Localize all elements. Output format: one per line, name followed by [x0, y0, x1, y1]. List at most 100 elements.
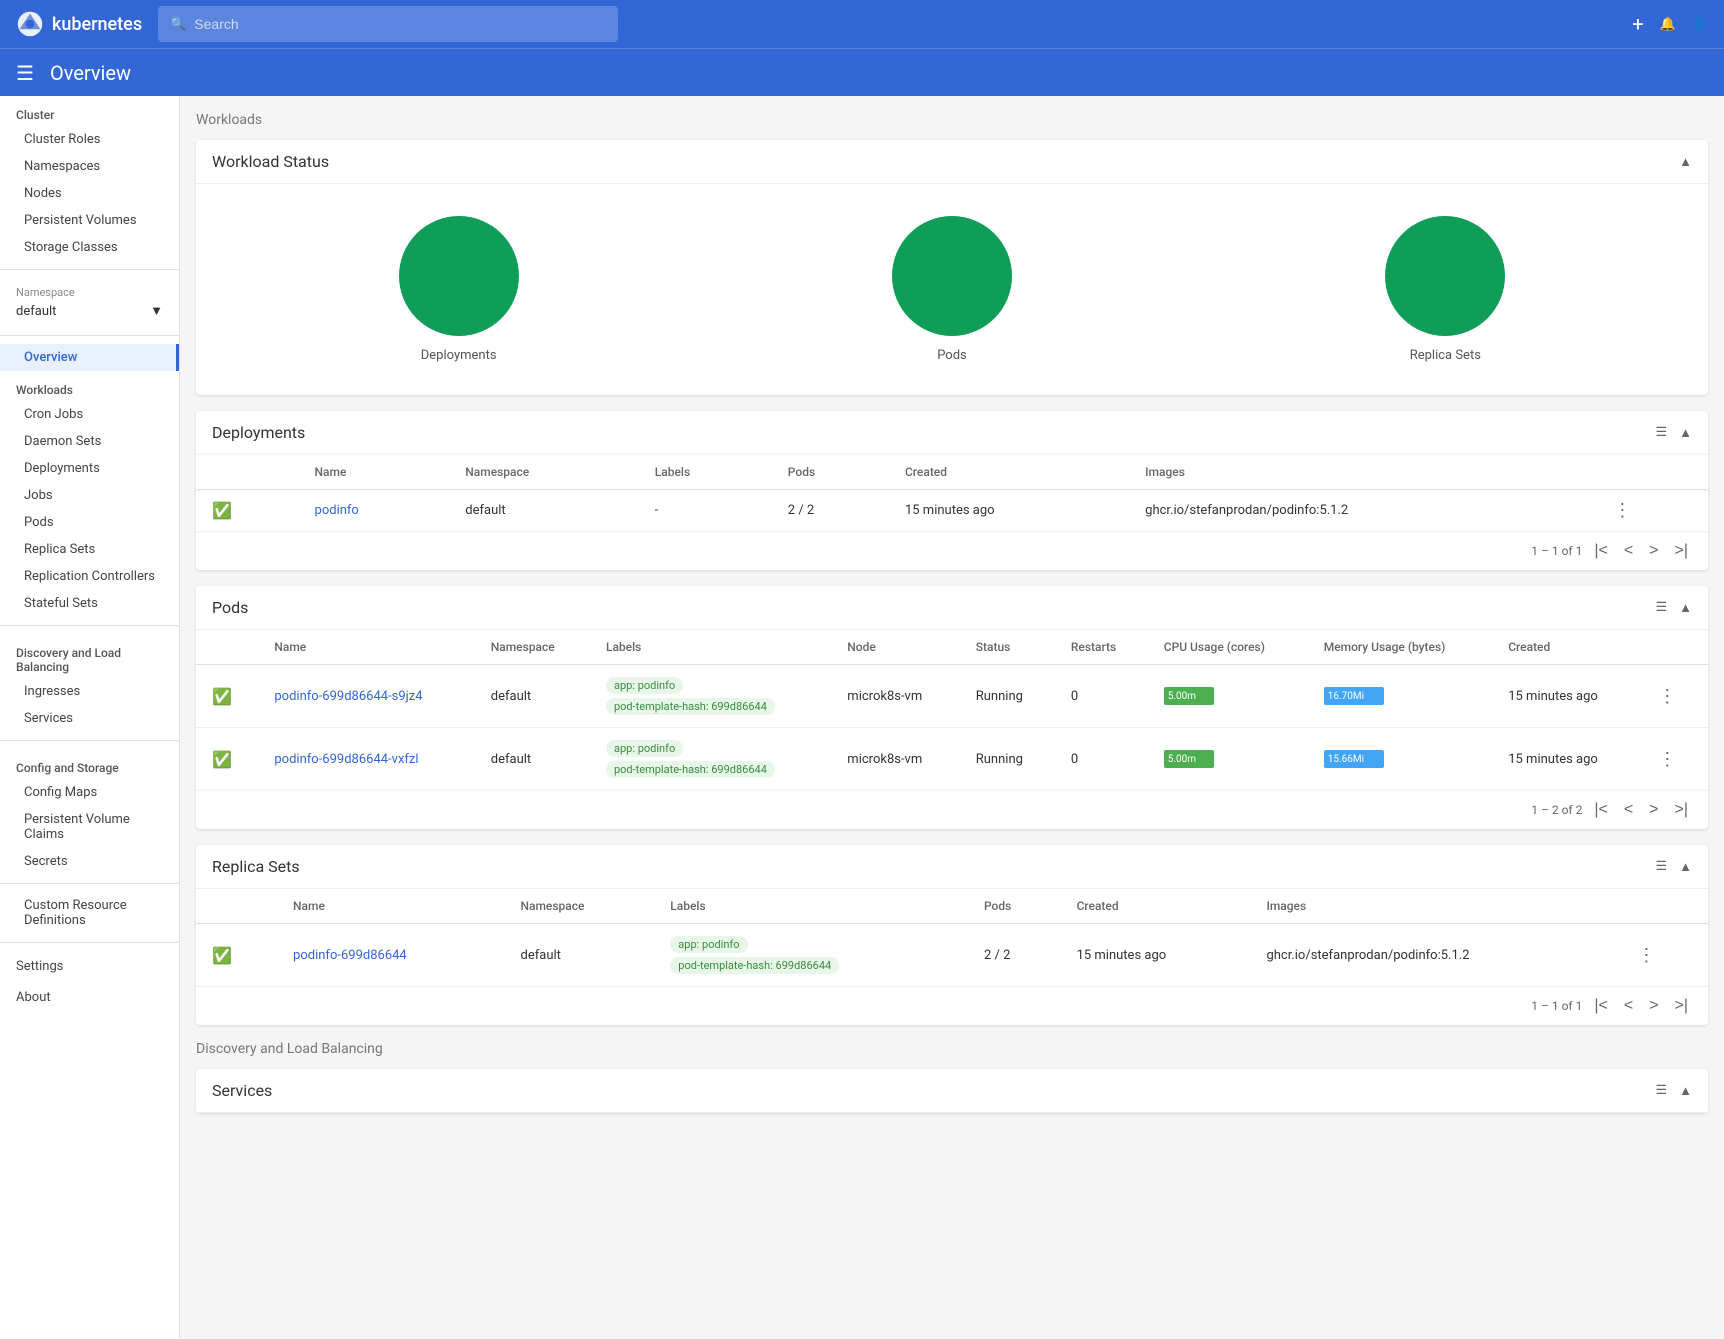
replica-sets-collapse-icon[interactable]: ▲ [1679, 859, 1692, 875]
sidebar-item-crd[interactable]: Custom Resource Definitions [0, 892, 179, 934]
rs1-images-cell: ghcr.io/stefanprodan/podinfo:5.1.2 [1250, 924, 1617, 987]
pod1-label1: app: podinfo [606, 677, 683, 694]
workload-status-circles: Deployments Pods Replica Sets [196, 184, 1708, 395]
rs1-name-link[interactable]: podinfo-699d86644 [293, 948, 407, 963]
pod1-memory-bar: 16.70Mi [1324, 687, 1384, 705]
sidebar-item-about[interactable]: About [0, 982, 179, 1013]
deployments-prev-page-button[interactable]: < [1620, 540, 1637, 562]
deployments-first-page-button[interactable]: |< [1590, 540, 1612, 562]
workloads-section-heading: Workloads [196, 112, 1708, 128]
notifications-icon[interactable]: 🔔 [1660, 17, 1676, 32]
sidebar-item-namespaces[interactable]: Namespaces [0, 153, 179, 180]
sidebar-item-persistent-volumes[interactable]: Persistent Volumes [0, 207, 179, 234]
deployment-context-menu-icon[interactable]: ⋮ [1609, 500, 1635, 521]
app-logo[interactable]: kubernetes [16, 10, 142, 38]
sidebar-item-config-maps[interactable]: Config Maps [0, 779, 179, 806]
sidebar-item-replica-sets[interactable]: Replica Sets [0, 536, 179, 563]
pod2-name-link[interactable]: podinfo-699d86644-vxfzl [274, 752, 418, 767]
add-icon[interactable]: + [1632, 12, 1643, 36]
deployments-col-name-header: Name [299, 455, 450, 490]
rs-col-labels: Labels [654, 889, 968, 924]
deployments-last-page-button[interactable]: >| [1671, 540, 1693, 562]
sidebar-item-secrets[interactable]: Secrets [0, 848, 179, 875]
pod1-name-cell: podinfo-699d86644-s9jz4 [258, 665, 474, 728]
rs-col-pods: Pods [968, 889, 1061, 924]
deployment-name-cell: podinfo [299, 490, 450, 532]
pod1-status-text-cell: Running [960, 665, 1055, 728]
pod2-memory-value: 15.66Mi [1328, 754, 1364, 765]
deployments-table: Name Namespace Labels Pods Created Image… [196, 455, 1708, 531]
topbar: kubernetes 🔍 + 🔔 👤 [0, 0, 1724, 48]
deployments-circle [399, 216, 519, 336]
pod2-context-menu-icon[interactable]: ⋮ [1654, 749, 1680, 770]
deployments-card: Deployments ☰ ▲ Name Namespace Labels Po… [196, 411, 1708, 570]
pod2-status-text-cell: Running [960, 728, 1055, 791]
replica-sets-card: Replica Sets ☰ ▲ Name Namespace Labels P… [196, 845, 1708, 1025]
menu-hamburger-icon[interactable]: ☰ [16, 61, 34, 85]
pods-collapse-icon[interactable]: ▲ [1679, 600, 1692, 616]
search-input[interactable] [194, 16, 606, 32]
table-row: ✅ podinfo default - 2 / 2 15 minutes ago… [196, 490, 1708, 532]
pods-next-page-button[interactable]: > [1645, 799, 1662, 821]
collapse-icon[interactable]: ▲ [1679, 154, 1692, 170]
sidebar-item-replication-controllers[interactable]: Replication Controllers [0, 563, 179, 590]
pod1-status-ok-icon: ✅ [212, 687, 232, 706]
deployments-col-created: Created [889, 455, 1129, 490]
sidebar-item-services[interactable]: Services [0, 705, 179, 732]
pod1-name-link[interactable]: podinfo-699d86644-s9jz4 [274, 689, 422, 704]
sidebar-item-cron-jobs[interactable]: Cron Jobs [0, 401, 179, 428]
rs1-context-menu-icon[interactable]: ⋮ [1633, 945, 1659, 966]
search-icon: 🔍 [170, 17, 186, 32]
sidebar-item-settings[interactable]: Settings [0, 951, 179, 982]
deployment-pods-cell: 2 / 2 [772, 490, 889, 532]
sidebar-item-cluster-roles[interactable]: Cluster Roles [0, 126, 179, 153]
rs-col-created: Created [1061, 889, 1251, 924]
deployments-next-page-button[interactable]: > [1645, 540, 1662, 562]
replica-sets-filter-icon[interactable]: ☰ [1655, 859, 1667, 874]
rs-next-page-button[interactable]: > [1645, 995, 1662, 1017]
pods-col-node: Node [831, 630, 959, 665]
pod1-node-cell: microk8s-vm [831, 665, 959, 728]
header-bar: ☰ Overview [0, 48, 1724, 96]
pod2-label1: app: podinfo [606, 740, 683, 757]
sidebar-item-pvc[interactable]: Persistent Volume Claims [0, 806, 179, 848]
pods-first-page-button[interactable]: |< [1590, 799, 1612, 821]
services-actions: ☰ ▲ [1655, 1083, 1692, 1099]
pod2-cpu-cell: 5.00m [1148, 728, 1308, 791]
sidebar-item-jobs[interactable]: Jobs [0, 482, 179, 509]
search-bar[interactable]: 🔍 [158, 6, 618, 42]
sidebar-item-deployments[interactable]: Deployments [0, 455, 179, 482]
pods-filter-icon[interactable]: ☰ [1655, 600, 1667, 615]
sidebar-item-nodes[interactable]: Nodes [0, 180, 179, 207]
sidebar-item-stateful-sets[interactable]: Stateful Sets [0, 590, 179, 617]
namespace-value: default [16, 304, 56, 319]
pods-pagination: 1 – 2 of 2 |< < > >| [196, 790, 1708, 829]
deployments-collapse-icon[interactable]: ▲ [1679, 425, 1692, 441]
pod2-namespace-cell: default [475, 728, 590, 791]
services-collapse-icon[interactable]: ▲ [1679, 1083, 1692, 1099]
pods-last-page-button[interactable]: >| [1671, 799, 1693, 821]
pods-label: Pods [937, 348, 967, 363]
pods-col-actions [1638, 630, 1708, 665]
rs-last-page-button[interactable]: >| [1671, 995, 1693, 1017]
sidebar-item-daemon-sets[interactable]: Daemon Sets [0, 428, 179, 455]
rs1-status-ok-icon: ✅ [212, 946, 232, 965]
pod1-context-menu-icon[interactable]: ⋮ [1654, 686, 1680, 707]
pod1-cpu-bar: 5.00m [1164, 687, 1214, 705]
filter-icon[interactable]: ☰ [1655, 425, 1667, 440]
user-avatar-icon[interactable]: 👤 [1692, 17, 1708, 32]
deployment-name-link[interactable]: podinfo [315, 503, 359, 518]
pods-card-title: Pods [212, 598, 248, 617]
sidebar-item-storage-classes[interactable]: Storage Classes [0, 234, 179, 261]
pods-prev-page-button[interactable]: < [1620, 799, 1637, 821]
sidebar-item-overview[interactable]: Overview [0, 344, 179, 371]
rs-prev-page-button[interactable]: < [1620, 995, 1637, 1017]
rs-col-images: Images [1250, 889, 1617, 924]
pod1-restarts-cell: 0 [1055, 665, 1148, 728]
sidebar-item-ingresses[interactable]: Ingresses [0, 678, 179, 705]
namespace-label: Namespace [16, 286, 163, 299]
services-filter-icon[interactable]: ☰ [1655, 1083, 1667, 1098]
sidebar-item-pods[interactable]: Pods [0, 509, 179, 536]
namespace-dropdown[interactable]: default ▼ [16, 303, 163, 319]
rs-first-page-button[interactable]: |< [1590, 995, 1612, 1017]
